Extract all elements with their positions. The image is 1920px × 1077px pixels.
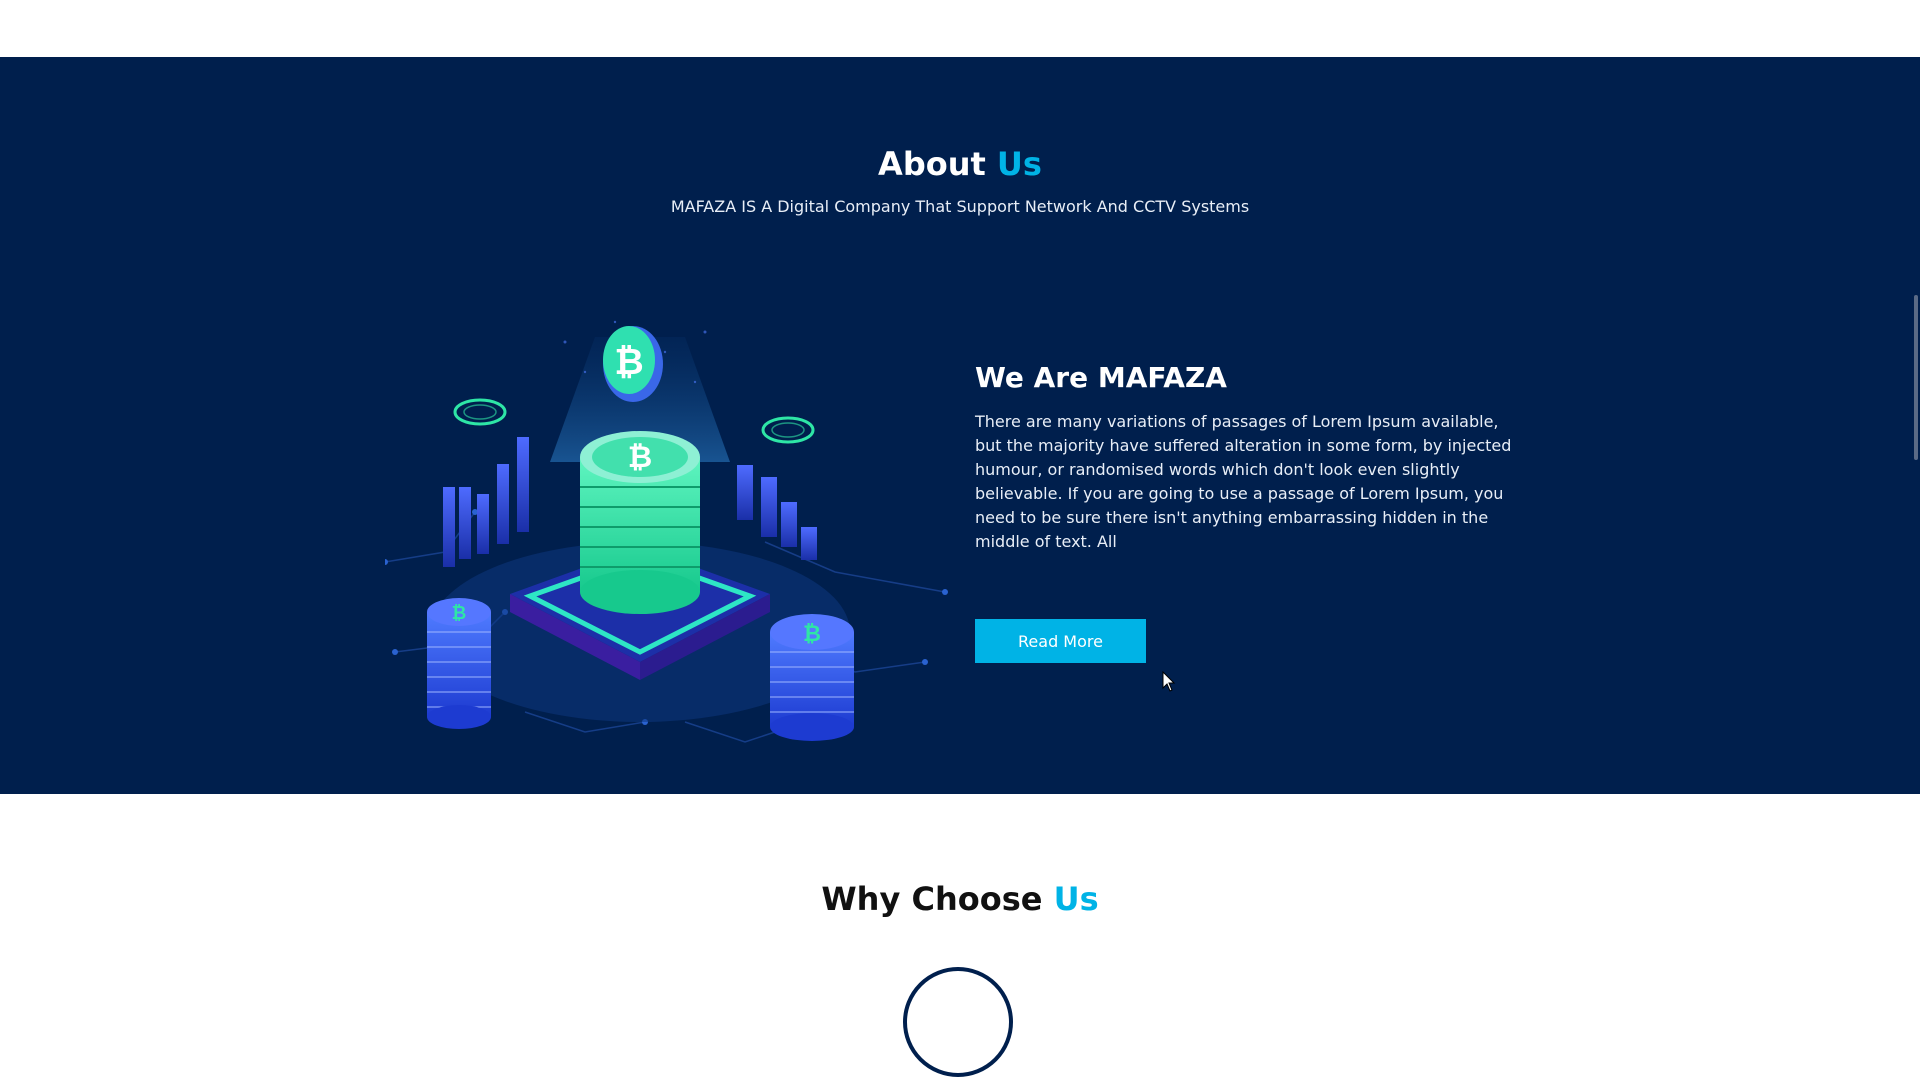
why-choose-title: Why Choose Us (0, 880, 1920, 918)
about-section: About Us MAFAZA IS A Digital Company Tha… (0, 57, 1920, 794)
why-title-accent: Us (1053, 880, 1099, 918)
svg-text:₿: ₿ (452, 603, 467, 624)
crypto-illustration: ₿ ₿ ₿ ₿ (385, 320, 948, 743)
scrollbar-thumb[interactable] (1914, 295, 1918, 460)
feature-circle-icon (903, 967, 1013, 1077)
svg-text:₿: ₿ (614, 342, 643, 383)
about-body-text: There are many variations of passages of… (975, 412, 1512, 551)
about-title-main: About (878, 145, 986, 183)
svg-text:₿: ₿ (628, 440, 652, 475)
svg-text:₿: ₿ (803, 622, 821, 647)
mouse-pointer-icon (1162, 671, 1176, 692)
about-subtitle: MAFAZA IS A Digital Company That Support… (670, 197, 1250, 216)
read-more-button[interactable]: Read More (975, 619, 1146, 663)
why-title-main: Why Choose (821, 880, 1043, 918)
about-title-accent: Us (996, 145, 1042, 183)
we-are-heading: We Are MAFAZA (975, 361, 1227, 394)
top-white-band (0, 0, 1920, 57)
about-title: About Us (0, 145, 1920, 183)
